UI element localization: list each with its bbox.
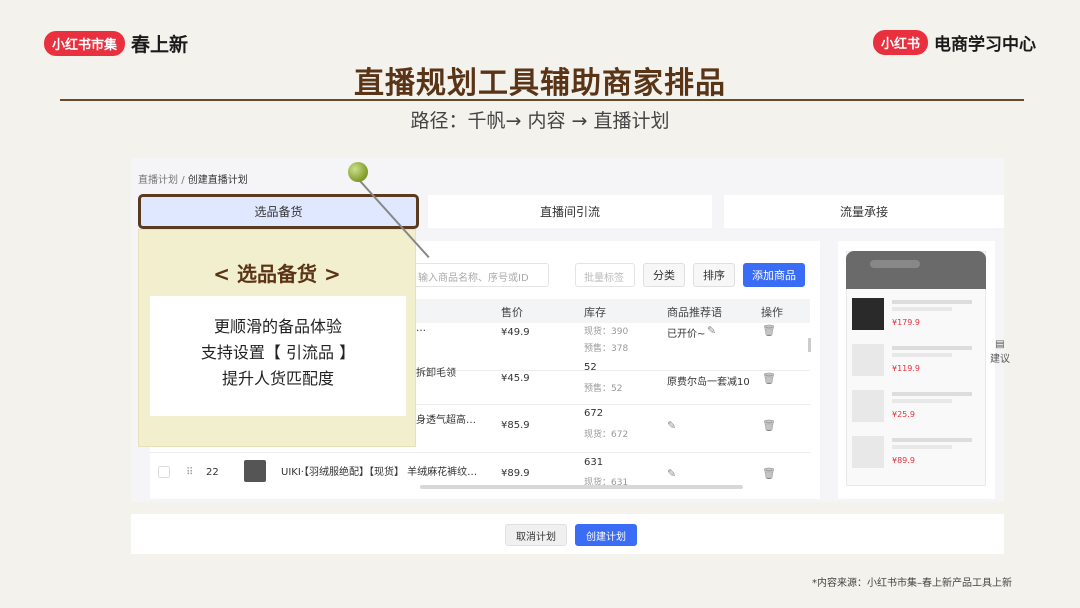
preview-price: ¥25.9: [892, 410, 915, 419]
sub-line: [892, 399, 952, 403]
brand-right: 小红书 电商学习中心: [872, 30, 1036, 55]
product-price: ¥85.9: [501, 420, 530, 431]
brand-left: 小红书市集 春上新: [44, 30, 188, 57]
product-name: …: [416, 323, 426, 334]
trash-icon[interactable]: 🗑: [762, 324, 776, 337]
slide-subtitle: 路径：千帆→ 内容 → 直播计划: [410, 110, 670, 132]
title-divider: [60, 99, 1024, 101]
learning-center-name: 电商学习中心: [934, 35, 1036, 55]
stock-now: 52: [584, 362, 597, 373]
breadcrumb-current: 创建直播计划: [187, 175, 248, 186]
sub-line: [892, 353, 952, 357]
trash-icon[interactable]: 🗑: [762, 419, 776, 432]
product-name: 拆卸毛领: [416, 368, 456, 379]
stock-presale: 现货：672: [584, 430, 629, 440]
cancel-plan-button[interactable]: 取消计划: [505, 524, 567, 546]
suggestion-widget[interactable]: ▤ 建议: [988, 339, 1012, 373]
stock-now: 672: [584, 408, 604, 419]
breadcrumb-parent[interactable]: 直播计划: [138, 175, 178, 186]
product-image: [852, 390, 884, 422]
edit-icon[interactable]: ✎: [667, 467, 676, 480]
trash-icon[interactable]: 🗑: [762, 372, 776, 385]
product-image: [852, 436, 884, 468]
drag-handle-icon[interactable]: ⠿: [186, 467, 193, 478]
category-button[interactable]: 分类: [643, 263, 685, 287]
preview-product: ¥25.9: [852, 386, 978, 424]
title-line: [892, 438, 972, 442]
tab-conversion[interactable]: 流量承接: [724, 195, 1004, 228]
create-plan-button[interactable]: 创建计划: [575, 524, 637, 546]
col-actions: 操作: [761, 306, 783, 319]
callout-line: 支持设置【 引流品 】: [200, 343, 356, 362]
edit-icon[interactable]: ✎: [667, 419, 676, 432]
recommend-text: 原费尔岛一套减10: [667, 377, 750, 388]
stock-presale: 预售：52: [584, 384, 623, 394]
slide-title: 直播规划工具辅助商家排品: [354, 66, 726, 101]
col-recommend: 商品推荐语: [667, 306, 722, 319]
xhs-market-logo: 小红书市集: [44, 31, 126, 56]
preview-price: ¥119.9: [892, 364, 920, 373]
product-price: ¥49.9: [501, 327, 530, 338]
row-checkbox[interactable]: [158, 466, 170, 478]
stock-presale: 预售：378: [584, 344, 629, 354]
pin-icon: [348, 162, 368, 182]
sort-button[interactable]: 排序: [693, 263, 735, 287]
product-thumbnail: [244, 460, 266, 482]
product-image: [852, 298, 884, 330]
product-price: ¥89.9: [501, 468, 530, 479]
sub-line: [892, 307, 952, 311]
suggestion-label: 建议: [990, 354, 1010, 365]
title-line: [892, 392, 972, 396]
source-note: *内容来源：小红书市集–春上新产品工具上新: [812, 578, 1012, 589]
preview-price: ¥89.9: [892, 456, 915, 465]
tab-traffic[interactable]: 直播间引流: [428, 195, 712, 228]
callout-body: 更顺滑的备品体验 支持设置【 引流品 】 提升人货匹配度: [150, 296, 406, 416]
stock-now: 现货：390: [584, 327, 629, 337]
product-price: ¥45.9: [501, 373, 530, 384]
product-name: UIKI·【羽绒服绝配】【现货】 羊绒麻花裤纹…: [281, 467, 478, 478]
horizontal-scrollbar[interactable]: [420, 485, 743, 489]
breadcrumb: 直播计划 / 创建直播计划: [138, 171, 248, 186]
edit-icon[interactable]: ✎: [707, 324, 716, 337]
row-number: 22: [206, 467, 219, 478]
note-icon: ▤: [995, 339, 1005, 350]
phone-status-bar: [870, 260, 920, 268]
preview-product: ¥179.9: [852, 294, 978, 332]
xhs-logo: 小红书: [872, 30, 928, 55]
callout-line: 更顺滑的备品体验: [213, 317, 342, 336]
sub-line: [892, 445, 952, 449]
col-price: 售价: [501, 306, 523, 319]
search-input[interactable]: 输入商品名称、序号或ID: [413, 263, 549, 287]
col-stock: 库存: [584, 306, 606, 319]
preview-product: ¥119.9: [852, 340, 978, 378]
callout-line: 提升人货匹配度: [221, 369, 334, 388]
stock-now: 631: [584, 457, 604, 468]
event-name: 春上新: [131, 34, 189, 56]
preview-price: ¥179.9: [892, 318, 920, 327]
breadcrumb-sep: /: [181, 175, 185, 186]
product-image: [852, 344, 884, 376]
preview-product: ¥89.9: [852, 432, 978, 470]
product-name: 身透气超高…: [416, 415, 476, 426]
add-product-button[interactable]: 添加商品: [743, 263, 805, 287]
footer-bar: [131, 514, 1004, 554]
vertical-scrollbar[interactable]: [808, 338, 811, 352]
callout-title: < 选品备货 >: [213, 262, 341, 286]
batch-tag-select[interactable]: 批量标签: [575, 263, 635, 287]
title-line: [892, 346, 972, 350]
phone-header: [846, 251, 986, 289]
title-line: [892, 300, 972, 304]
trash-icon[interactable]: 🗑: [762, 467, 776, 480]
recommend-text: 已开价~: [667, 329, 706, 340]
